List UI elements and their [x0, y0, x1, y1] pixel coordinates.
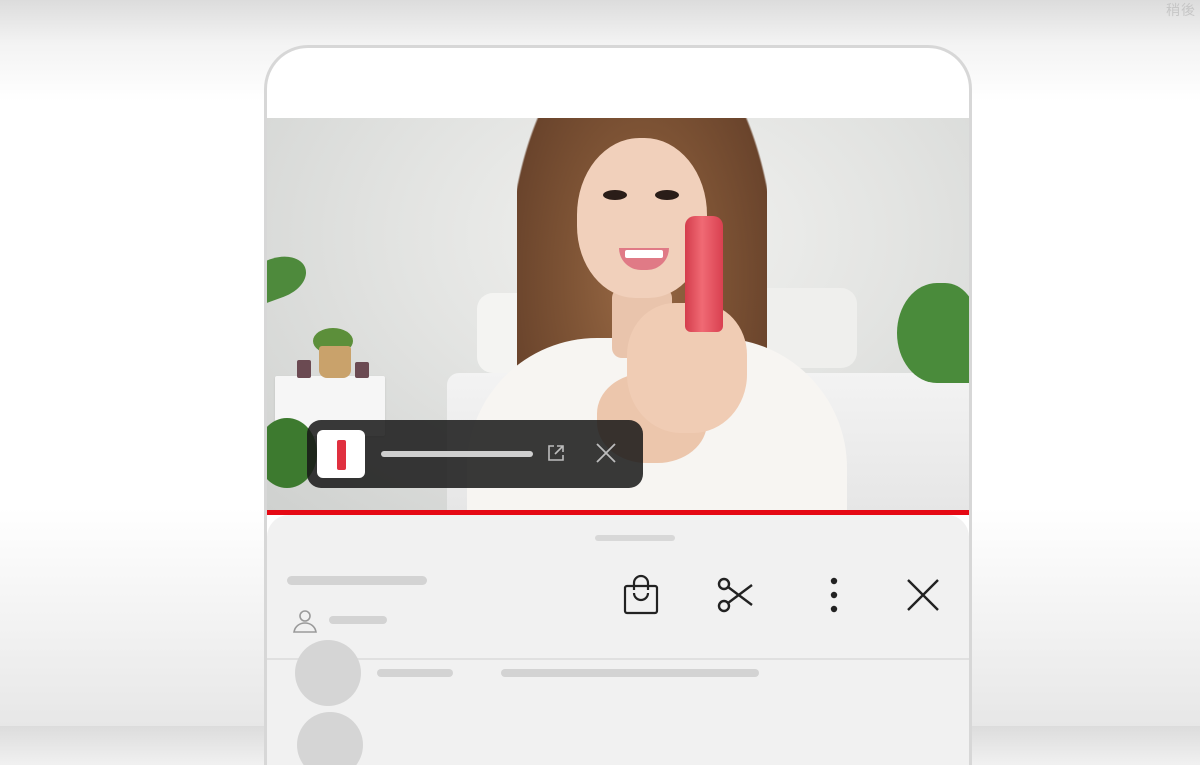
- shopping-bag-icon[interactable]: [621, 573, 661, 617]
- video-title-placeholder: [287, 576, 427, 585]
- pot: [319, 346, 351, 378]
- product-title-placeholder: [381, 451, 533, 457]
- mouth: [619, 248, 669, 270]
- close-icon[interactable]: [903, 573, 943, 617]
- comment-text-placeholder: [501, 669, 759, 677]
- more-vertical-icon[interactable]: [814, 573, 854, 617]
- drag-handle[interactable]: [595, 535, 675, 541]
- plant: [897, 283, 969, 383]
- comment-author-placeholder: [377, 669, 453, 677]
- video-player[interactable]: [267, 118, 969, 510]
- channel-name-placeholder: [329, 616, 387, 624]
- lipstick-product: [685, 216, 723, 332]
- scissors-icon[interactable]: [716, 573, 756, 617]
- open-external-icon[interactable]: [543, 440, 569, 466]
- divider: [267, 658, 969, 660]
- close-icon[interactable]: [593, 440, 619, 466]
- avatar: [295, 640, 361, 706]
- phone-frame: [264, 45, 972, 765]
- plant: [267, 248, 313, 308]
- eye: [655, 190, 679, 200]
- lipstick-thumbnail-icon[interactable]: [317, 430, 365, 478]
- user-icon: [291, 607, 319, 635]
- eye: [603, 190, 627, 200]
- bottom-sheet-panel: [267, 515, 969, 765]
- corner-partial-text: 稍後: [1166, 3, 1196, 19]
- lipstick-icon: [337, 440, 346, 470]
- candle: [297, 360, 311, 378]
- avatar: [297, 712, 363, 765]
- candle: [355, 362, 369, 378]
- product-overlay-card[interactable]: [307, 420, 643, 488]
